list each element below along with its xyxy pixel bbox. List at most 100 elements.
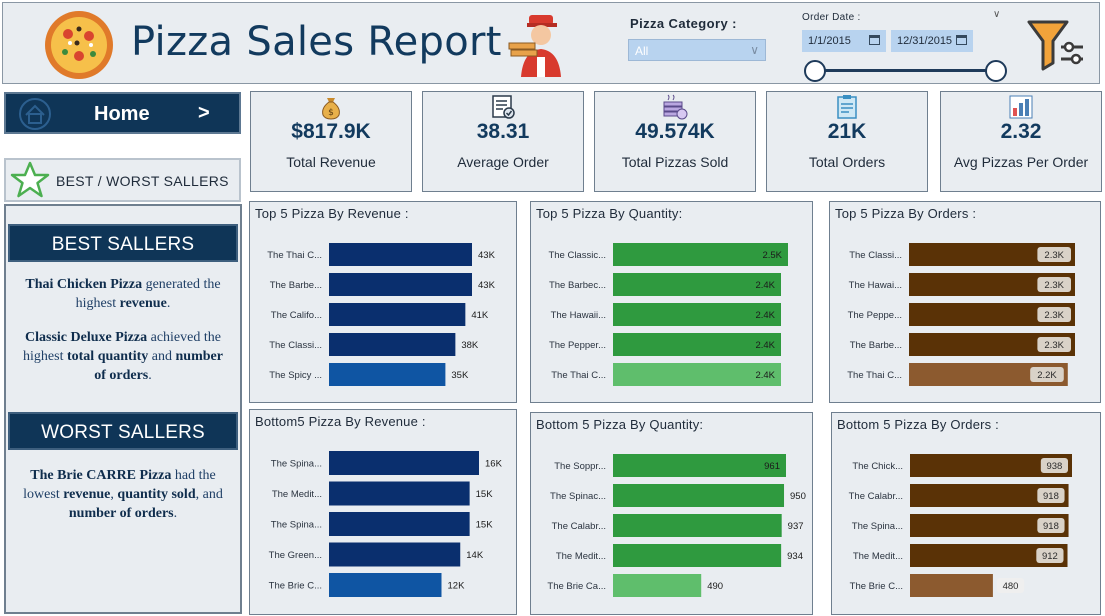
- bar-category-label: The Green...: [269, 550, 322, 561]
- report-header: Pizza Sales Report Pizza Category : All …: [2, 2, 1100, 84]
- bar-chart: The Soppr... 961 The Spinac... 950 The Calab…: [547, 454, 806, 597]
- best-sellers-heading: BEST SALLERS: [8, 224, 238, 262]
- data-label: 918: [1043, 521, 1059, 532]
- kpi-label: Total Orders: [808, 154, 886, 170]
- bar-category-label: The Brie Ca...: [547, 581, 606, 592]
- chevron-down-icon: ∨: [750, 43, 759, 57]
- kpi-label: Total Revenue: [286, 154, 376, 170]
- bar-category-label: The Brie C...: [850, 581, 903, 592]
- bar[interactable]: [329, 333, 456, 356]
- delivery-man-icon: [508, 15, 561, 77]
- data-label: 15K: [476, 520, 494, 531]
- kpi-value: 38.31: [476, 120, 530, 143]
- bar-category-label: The Thai C...: [847, 370, 902, 381]
- bar[interactable]: [329, 303, 466, 326]
- kpi-total-revenue: $ $817.9K Total Revenue: [250, 91, 412, 192]
- kpi-label: Total Pizzas Sold: [621, 154, 729, 170]
- star-icon: [10, 161, 50, 198]
- bar-category-label: The Pepper...: [549, 340, 606, 351]
- end-date-input[interactable]: 12/31/2015: [891, 30, 973, 52]
- clipboard-icon: [837, 95, 857, 119]
- start-date-value: 1/1/2015: [808, 35, 851, 47]
- data-label: 912: [1042, 551, 1058, 562]
- bar-category-label: The Spicy ...: [269, 370, 322, 381]
- chevron-right-icon: >: [198, 102, 210, 124]
- bar[interactable]: [329, 481, 470, 506]
- bar[interactable]: [329, 273, 472, 296]
- data-label: 490: [707, 581, 723, 592]
- date-range-slider-track[interactable]: [815, 69, 997, 72]
- data-label: 918: [1043, 491, 1059, 502]
- bar[interactable]: [329, 573, 442, 597]
- bar-chart: The Classi... 2.3K The Hawai... 2.3K The Pep…: [847, 243, 1075, 386]
- data-label: 937: [788, 521, 804, 532]
- end-date-value: 12/31/2015: [897, 35, 953, 47]
- data-label: 2.4K: [755, 310, 775, 321]
- data-label: 12K: [448, 581, 466, 592]
- bar[interactable]: [910, 574, 993, 597]
- data-label: 35K: [451, 370, 469, 381]
- data-label: 2.4K: [755, 370, 775, 381]
- bar-category-label: The Hawaii...: [551, 310, 606, 321]
- calendar-icon[interactable]: [869, 35, 880, 45]
- pizza-stack-icon: [663, 94, 688, 120]
- best-worst-summary-card: BEST SALLERS Thai Chicken Pizza generate…: [4, 204, 242, 614]
- data-label: 480: [1003, 581, 1019, 592]
- data-label: 2.3K: [1044, 340, 1064, 351]
- filter-funnel-icon[interactable]: [1027, 19, 1087, 73]
- bar-category-label: The Peppe...: [848, 310, 902, 321]
- bar-category-label: The Brie C...: [269, 581, 322, 592]
- kpi-value: 49.574K: [635, 120, 715, 143]
- home-label: Home: [94, 103, 150, 125]
- data-label: 14K: [466, 550, 484, 561]
- kpi-label: Average Order: [457, 154, 549, 170]
- data-label: 2.4K: [755, 340, 775, 351]
- best-worst-nav-button[interactable]: BEST / WORST SALLERS: [4, 158, 241, 202]
- kpi-label: Avg Pizzas Per Order: [953, 154, 1089, 170]
- bar-chart: The Classic... 2.5K The Barbec... 2.4K The H…: [548, 243, 788, 386]
- bar-category-label: The Chick...: [852, 461, 903, 472]
- start-date-input[interactable]: 1/1/2015: [802, 30, 886, 52]
- money-bag-icon: $: [322, 98, 340, 120]
- bar-category-label: The Classic...: [548, 250, 606, 261]
- bar-chart: The Chick... 938 The Calabr... 918 The Spina…: [849, 454, 1072, 597]
- bar[interactable]: [329, 363, 446, 386]
- pizza-category-label: Pizza Category :: [630, 16, 737, 31]
- kpi-average-order: 38.31 Average Order: [422, 91, 584, 192]
- bar[interactable]: [329, 542, 461, 567]
- kpi-total-orders: 21K Total Orders: [766, 91, 928, 192]
- bar[interactable]: [613, 544, 782, 567]
- bar-category-label: The Spina...: [271, 520, 322, 531]
- chevron-down-icon[interactable]: ∨: [993, 9, 1000, 20]
- bar[interactable]: [613, 454, 786, 477]
- bar[interactable]: [613, 514, 782, 537]
- calendar-icon[interactable]: [956, 35, 967, 45]
- bar[interactable]: [613, 574, 702, 597]
- order-date-label: Order Date :: [802, 12, 861, 23]
- kpi-avg-pizzas-per-order: 2.32 Avg Pizzas Per Order: [940, 91, 1102, 192]
- data-label: 2.5K: [762, 250, 782, 261]
- bar[interactable]: [329, 243, 472, 266]
- bar-category-label: The Spinac...: [550, 491, 606, 502]
- data-label: 2.3K: [1044, 280, 1064, 291]
- chart-top-orders: Top 5 Pizza By Orders : The Classi... 2.3…: [829, 201, 1101, 403]
- pizza-category-dropdown[interactable]: All ∨: [628, 39, 766, 61]
- best-worst-label: BEST / WORST SALLERS: [56, 173, 229, 189]
- chart-bottom-quantity: Bottom 5 Pizza By Quantity: The Soppr...…: [530, 412, 813, 615]
- data-label: 43K: [478, 280, 496, 291]
- date-slider-end-handle[interactable]: [985, 60, 1007, 82]
- chart-bottom-revenue: Bottom5 Pizza By Revenue : The Spina... 1…: [249, 409, 517, 615]
- data-label: 2.2K: [1037, 370, 1057, 381]
- chart-bottom-orders: Bottom 5 Pizza By Orders : The Chick... 9…: [831, 412, 1101, 615]
- date-slider-start-handle[interactable]: [804, 60, 826, 82]
- home-nav-button[interactable]: Home >: [4, 92, 241, 134]
- bar-category-label: The Barbe...: [270, 280, 322, 291]
- kpi-value: 2.32: [1000, 120, 1042, 143]
- data-label: 2.3K: [1044, 250, 1064, 261]
- bar-category-label: The Thai C...: [551, 370, 606, 381]
- bar[interactable]: [329, 451, 479, 475]
- bar-category-label: The Medit...: [556, 551, 606, 562]
- page-title: Pizza Sales Report: [131, 19, 502, 65]
- bar[interactable]: [329, 512, 470, 536]
- bar[interactable]: [613, 484, 785, 507]
